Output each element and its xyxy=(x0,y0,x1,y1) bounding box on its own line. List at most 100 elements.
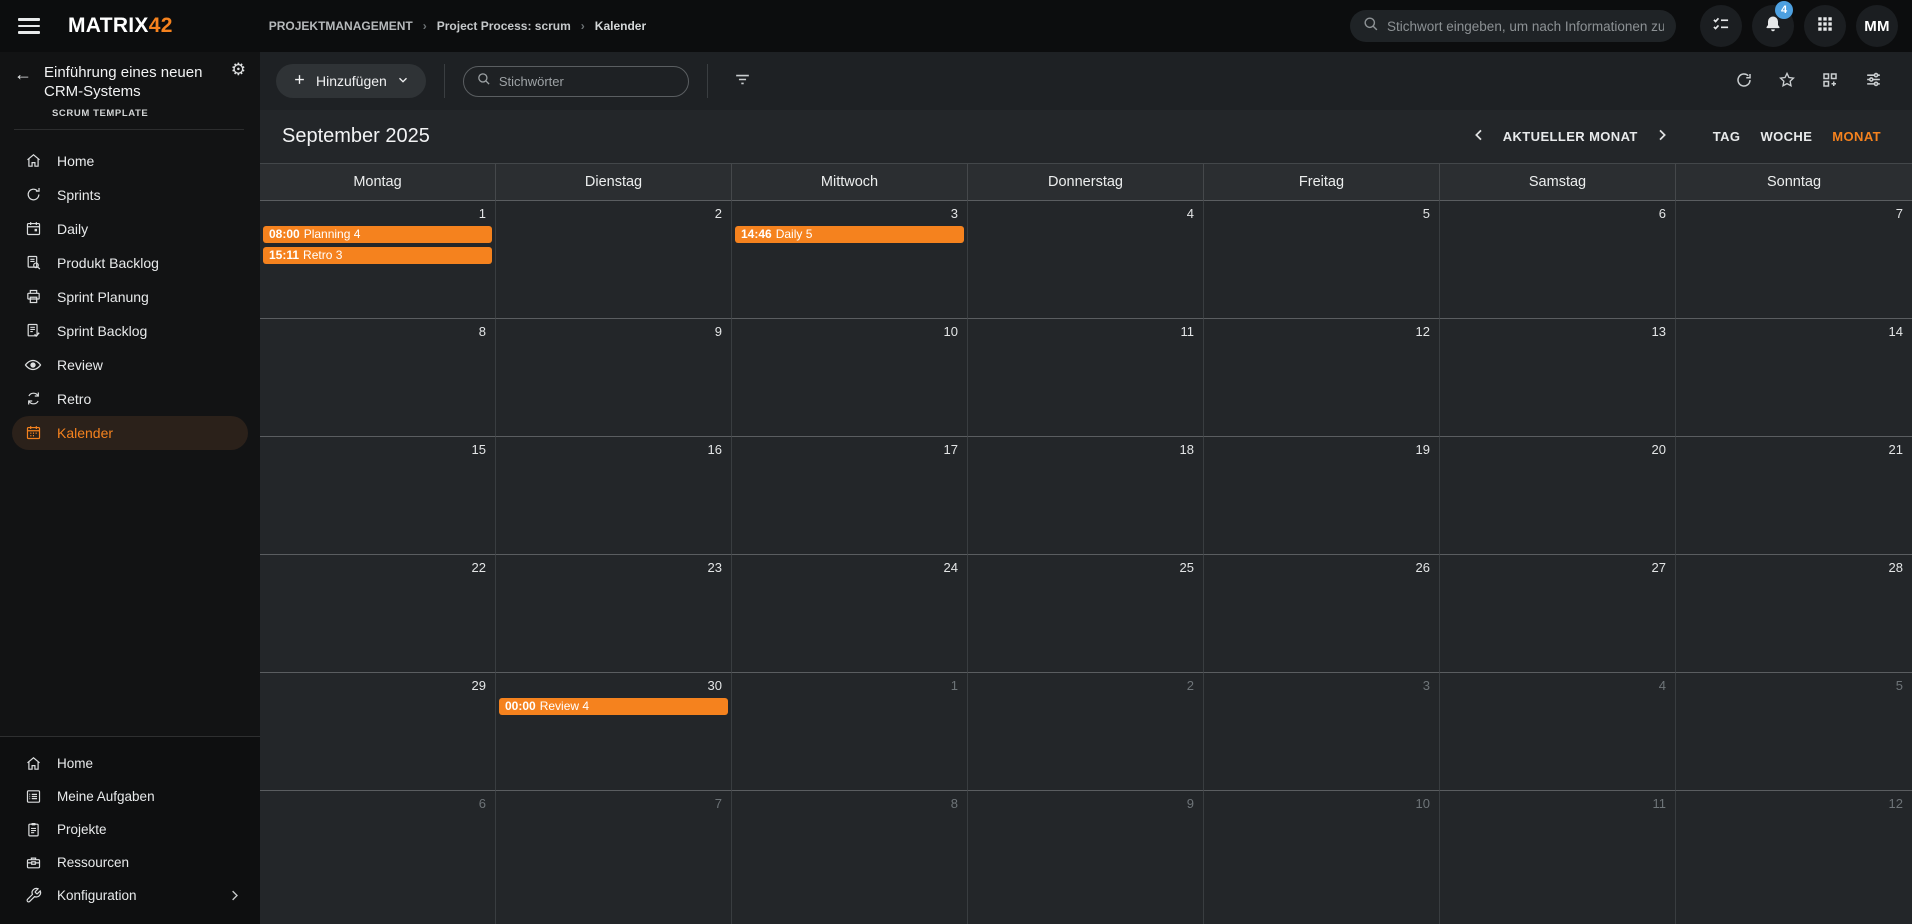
day-number: 24 xyxy=(732,555,967,578)
breadcrumb-item[interactable]: Kalender xyxy=(595,19,646,33)
bottom-nav-item-konfiguration[interactable]: Konfiguration xyxy=(0,879,260,912)
sidebar-item-sprints[interactable]: Sprints xyxy=(0,178,260,212)
sidebar-item-produkt-backlog[interactable]: Produkt Backlog xyxy=(0,246,260,280)
add-button[interactable]: Hinzufügen xyxy=(276,64,426,98)
add-button-label: Hinzufügen xyxy=(316,73,387,89)
weekday-header-freitag: Freitag xyxy=(1204,164,1440,200)
calendar-cell-day-15[interactable]: 15 xyxy=(260,436,496,554)
calendar-cell-day-2[interactable]: 2 xyxy=(968,672,1204,790)
calendar-cell-day-14[interactable]: 14 xyxy=(1676,318,1912,436)
apps-grid-button[interactable] xyxy=(1804,5,1846,47)
calendar-cell-day-16[interactable]: 16 xyxy=(496,436,732,554)
calendar-cell-day-6[interactable]: 6 xyxy=(260,790,496,924)
calendar-cell-day-27[interactable]: 27 xyxy=(1440,554,1676,672)
next-month-button[interactable] xyxy=(1650,123,1674,150)
breadcrumb-item[interactable]: Project Process: scrum xyxy=(437,19,571,33)
sidebar-item-daily[interactable]: Daily xyxy=(0,212,260,246)
global-search[interactable] xyxy=(1350,10,1676,42)
keyword-search[interactable] xyxy=(463,66,689,97)
calendar-cell-day-5[interactable]: 5 xyxy=(1204,200,1440,318)
bottom-nav-item-ressourcen[interactable]: Ressourcen xyxy=(0,846,260,879)
calendar-cell-day-17[interactable]: 17 xyxy=(732,436,968,554)
dashboard-add-button[interactable] xyxy=(1813,64,1847,98)
settings-sliders-button[interactable] xyxy=(1856,64,1890,98)
bottom-nav-item-projekte[interactable]: Projekte xyxy=(0,813,260,846)
calendar-cell-day-5[interactable]: 5 xyxy=(1676,672,1912,790)
keyword-search-input[interactable] xyxy=(499,74,676,89)
bottom-nav-item-meine-aufgaben[interactable]: Meine Aufgaben xyxy=(0,780,260,813)
calendar-event[interactable]: 00:00Review 4 xyxy=(499,698,728,715)
calendar-cell-day-2[interactable]: 2 xyxy=(496,200,732,318)
breadcrumb-item[interactable]: PROJEKTMANAGEMENT xyxy=(269,19,413,33)
global-search-input[interactable] xyxy=(1387,19,1664,34)
day-number: 3 xyxy=(1204,673,1439,696)
calendar-cell-day-11[interactable]: 11 xyxy=(1440,790,1676,924)
calendar-cell-day-30[interactable]: 3000:00Review 4 xyxy=(496,672,732,790)
calendar-cell-day-8[interactable]: 8 xyxy=(732,790,968,924)
calendar-cell-day-11[interactable]: 11 xyxy=(968,318,1204,436)
checklist-button[interactable] xyxy=(1700,5,1742,47)
calendar-cell-day-13[interactable]: 13 xyxy=(1440,318,1676,436)
calendar-cell-day-29[interactable]: 29 xyxy=(260,672,496,790)
gear-icon[interactable]: ⚙ xyxy=(231,60,246,80)
view-button-monat[interactable]: MONAT xyxy=(1823,123,1890,150)
calendar-cell-day-12[interactable]: 12 xyxy=(1676,790,1912,924)
item-label: Sprints xyxy=(57,187,101,203)
event-time: 00:00 xyxy=(505,699,536,713)
calendar-cell-day-6[interactable]: 6 xyxy=(1440,200,1676,318)
filter-button[interactable] xyxy=(726,64,760,98)
calendar-cell-day-21[interactable]: 21 xyxy=(1676,436,1912,554)
sidebar-item-sprint-planung[interactable]: Sprint Planung xyxy=(0,280,260,314)
calendar-event[interactable]: 15:11Retro 3 xyxy=(263,247,492,264)
calendar-cell-day-25[interactable]: 25 xyxy=(968,554,1204,672)
calendar-cell-day-1[interactable]: 108:00Planning 415:11Retro 3 xyxy=(260,200,496,318)
calendar-cell-day-1[interactable]: 1 xyxy=(732,672,968,790)
calendar-cell-day-19[interactable]: 19 xyxy=(1204,436,1440,554)
app-logo: MATRIX42 xyxy=(68,14,173,38)
bottom-nav-item-home[interactable]: Home xyxy=(0,747,260,780)
calendar-cell-day-9[interactable]: 9 xyxy=(496,318,732,436)
calendar-cell-day-3[interactable]: 3 xyxy=(1204,672,1440,790)
calendar-cell-day-4[interactable]: 4 xyxy=(968,200,1204,318)
previous-month-button[interactable] xyxy=(1467,123,1491,150)
back-arrow-icon[interactable]: ← xyxy=(14,64,32,102)
calendar-cell-day-28[interactable]: 28 xyxy=(1676,554,1912,672)
calendar-cell-day-10[interactable]: 10 xyxy=(1204,790,1440,924)
refresh-button[interactable] xyxy=(1727,64,1761,98)
checklist-icon xyxy=(1711,14,1731,39)
calendar-cell-day-22[interactable]: 22 xyxy=(260,554,496,672)
calendar-event[interactable]: 14:46Daily 5 xyxy=(735,226,964,243)
list-search-icon xyxy=(24,254,42,272)
calendar-cell-day-4[interactable]: 4 xyxy=(1440,672,1676,790)
view-button-woche[interactable]: WOCHE xyxy=(1751,123,1821,150)
sidebar-item-home[interactable]: Home xyxy=(0,144,260,178)
calendar-cell-day-23[interactable]: 23 xyxy=(496,554,732,672)
calendar-cell-day-18[interactable]: 18 xyxy=(968,436,1204,554)
calendar-cell-day-9[interactable]: 9 xyxy=(968,790,1204,924)
sidebar-item-retro[interactable]: Retro xyxy=(0,382,260,416)
day-number: 28 xyxy=(1676,555,1912,578)
favorite-button[interactable] xyxy=(1770,64,1804,98)
calendar-cell-day-24[interactable]: 24 xyxy=(732,554,968,672)
user-avatar[interactable]: MM xyxy=(1856,5,1898,47)
sidebar-item-kalender[interactable]: Kalender xyxy=(12,416,248,450)
calendar-event[interactable]: 08:00Planning 4 xyxy=(263,226,492,243)
calendar-cell-day-10[interactable]: 10 xyxy=(732,318,968,436)
event-time: 08:00 xyxy=(269,227,300,241)
calendar-cell-day-12[interactable]: 12 xyxy=(1204,318,1440,436)
calendar-cell-day-7[interactable]: 7 xyxy=(1676,200,1912,318)
sidebar: ← Einführung eines neuen CRM-Systems ⚙ S… xyxy=(0,52,260,924)
calendar-cell-day-8[interactable]: 8 xyxy=(260,318,496,436)
day-number: 19 xyxy=(1204,437,1439,460)
calendar-cell-day-20[interactable]: 20 xyxy=(1440,436,1676,554)
notifications-button[interactable]: 4 xyxy=(1752,5,1794,47)
calendar-cell-day-26[interactable]: 26 xyxy=(1204,554,1440,672)
sidebar-item-sprint-backlog[interactable]: Sprint Backlog xyxy=(0,314,260,348)
current-month-button[interactable]: AKTUELLER MONAT xyxy=(1497,129,1644,144)
calendar-cell-day-3[interactable]: 314:46Daily 5 xyxy=(732,200,968,318)
view-button-tag[interactable]: TAG xyxy=(1704,123,1750,150)
calendar-cell-day-7[interactable]: 7 xyxy=(496,790,732,924)
hamburger-menu-icon[interactable] xyxy=(18,18,40,34)
sidebar-item-review[interactable]: Review xyxy=(0,348,260,382)
filter-icon xyxy=(733,70,752,92)
